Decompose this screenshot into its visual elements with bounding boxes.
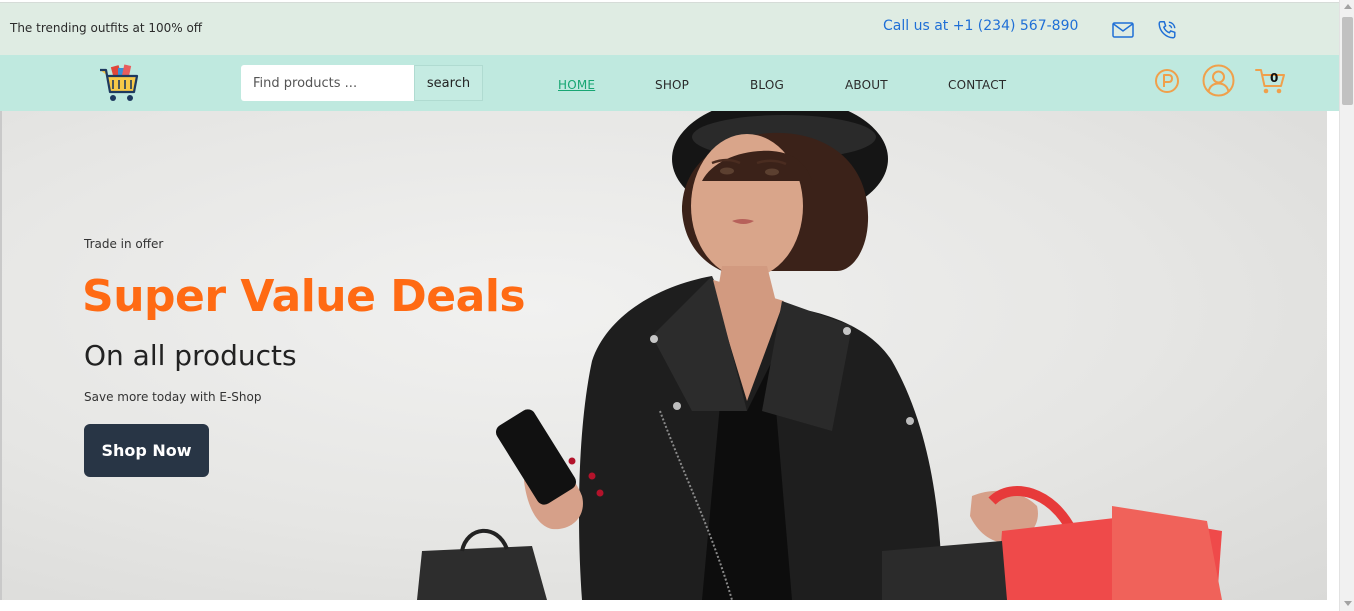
vertical-scrollbar[interactable]: [1339, 0, 1354, 611]
hero-banner: Trade in offer Super Value Deals On all …: [0, 111, 1327, 600]
call-us-link[interactable]: Call us at +1 (234) 567-890: [883, 18, 1078, 34]
search-input[interactable]: [241, 65, 414, 101]
scroll-thumb[interactable]: [1342, 17, 1353, 105]
phone-icon[interactable]: [1156, 19, 1178, 41]
cart-count-badge: 0: [1270, 71, 1279, 85]
user-icon[interactable]: [1202, 64, 1235, 97]
mail-icon[interactable]: [1112, 21, 1134, 39]
hero-eyebrow: Trade in offer: [84, 237, 164, 251]
nav-link-home[interactable]: HOME: [558, 78, 595, 92]
nav-link-contact[interactable]: CONTACT: [948, 78, 1006, 92]
search-button[interactable]: search: [414, 65, 483, 101]
scroll-up-arrow-icon[interactable]: [1344, 4, 1352, 9]
hero-subheadline: On all products: [84, 339, 297, 372]
hero-model-image: [417, 111, 1222, 600]
shop-now-button[interactable]: Shop Now: [84, 424, 209, 477]
p-badge-icon[interactable]: [1154, 68, 1180, 94]
nav-link-blog[interactable]: BLOG: [750, 78, 784, 92]
main-navbar: search HOME SHOP BLOG ABOUT CONTACT 0: [0, 55, 1339, 111]
promo-text: The trending outfits at 100% off: [10, 21, 203, 35]
nav-link-about[interactable]: ABOUT: [845, 78, 888, 92]
search-form: search: [241, 65, 483, 101]
scroll-down-arrow-icon[interactable]: [1344, 601, 1352, 606]
shopping-cart-logo-icon[interactable]: [98, 62, 140, 104]
nav-link-shop[interactable]: SHOP: [655, 78, 689, 92]
top-info-bar: The trending outfits at 100% off Call us…: [0, 2, 1339, 55]
browser-viewport: The trending outfits at 100% off Call us…: [0, 0, 1354, 611]
hero-tagline: Save more today with E-Shop: [84, 390, 262, 404]
